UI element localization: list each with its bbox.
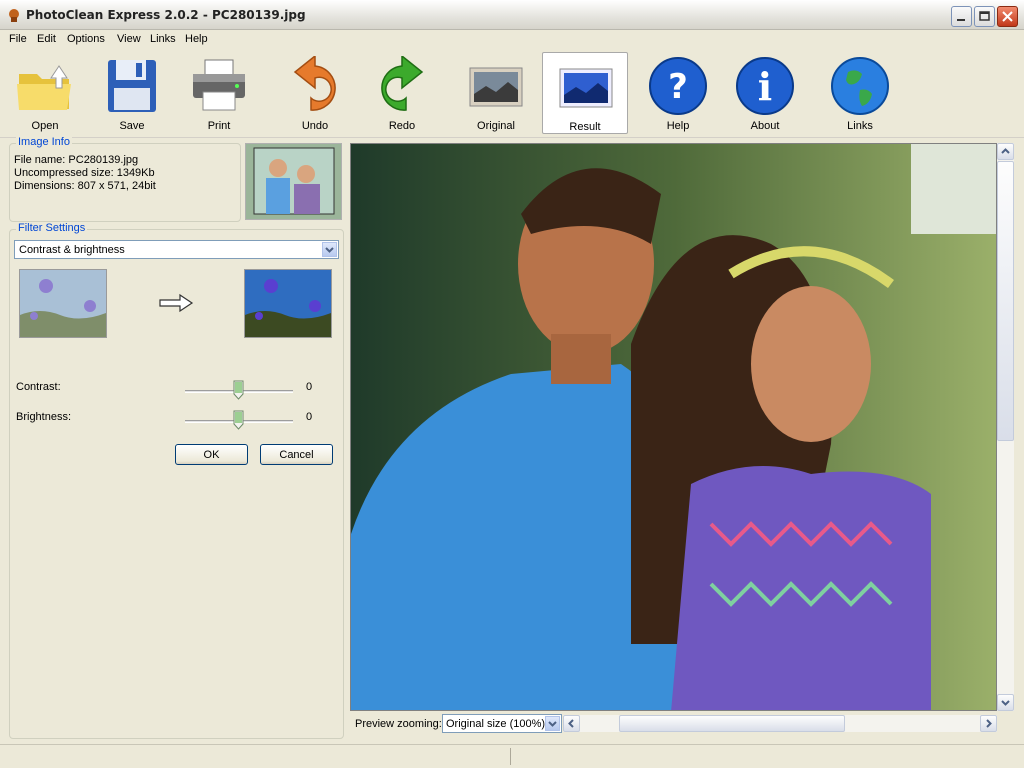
filter-after-sample <box>244 269 332 338</box>
chevron-down-icon <box>325 247 334 253</box>
status-bar <box>0 744 1024 768</box>
about-label: About <box>750 120 780 132</box>
original-photo-icon <box>469 67 523 107</box>
app-icon <box>9 9 19 22</box>
ok-button[interactable]: OK <box>175 444 248 465</box>
printer-icon <box>193 59 245 111</box>
floppy-disk-icon <box>108 60 156 112</box>
undo-button[interactable]: Undo <box>272 52 358 134</box>
after-sample-image <box>245 270 331 337</box>
title-bar: PhotoClean Express 2.0.2 - PC280139.jpg <box>0 0 1024 30</box>
print-label: Print <box>207 120 231 132</box>
zoom-dropdown-arrow[interactable] <box>545 716 560 731</box>
chevron-left-icon <box>568 719 574 728</box>
uncompressed-size-text: Uncompressed size: 1349Kb <box>14 167 155 179</box>
preview-zoom-value: Original size (100%) <box>446 718 546 730</box>
minimize-button[interactable] <box>951 6 972 27</box>
chevron-down-icon <box>548 721 557 727</box>
scroll-right-button[interactable] <box>980 715 997 732</box>
result-label: Result <box>569 121 601 133</box>
help-label: Help <box>666 120 690 132</box>
cancel-button[interactable]: Cancel <box>260 444 333 465</box>
redo-button[interactable]: Redo <box>359 52 445 134</box>
file-name-text: File name: PC280139.jpg <box>14 154 139 166</box>
menu-view[interactable]: View <box>117 33 141 45</box>
undo-label: Undo <box>301 120 329 132</box>
menu-edit[interactable]: Edit <box>37 33 56 45</box>
image-thumbnail[interactable] <box>245 143 342 220</box>
help-question-icon: ? <box>649 57 707 115</box>
brightness-slider-thumb[interactable] <box>233 410 244 430</box>
filter-before-sample <box>19 269 107 338</box>
menu-links[interactable]: Links <box>150 33 176 45</box>
vertical-scrollbar[interactable] <box>997 143 1014 711</box>
scroll-up-button[interactable] <box>997 143 1014 160</box>
menu-file[interactable]: File <box>9 33 27 45</box>
window-title: PhotoClean Express 2.0.2 - PC280139.jpg <box>26 8 306 22</box>
scroll-left-button[interactable] <box>563 715 580 732</box>
minimize-icon <box>957 19 965 21</box>
menu-help[interactable]: Help <box>185 33 208 45</box>
close-icon <box>1002 11 1013 22</box>
svg-text:i: i <box>758 64 772 109</box>
result-button[interactable]: Result <box>542 52 628 134</box>
folder-open-icon <box>17 65 71 110</box>
contrast-label: Contrast: <box>16 381 61 393</box>
scroll-down-button[interactable] <box>997 694 1014 711</box>
chevron-right-icon <box>986 719 992 728</box>
brightness-label: Brightness: <box>16 411 72 423</box>
thumbnail-photo <box>246 144 341 219</box>
status-divider <box>510 748 511 765</box>
preview-image-area[interactable] <box>350 143 997 711</box>
original-label: Original <box>477 120 515 132</box>
filter-settings-title: Filter Settings <box>16 222 88 234</box>
chevron-up-icon <box>1001 148 1010 154</box>
maximize-icon <box>979 11 990 21</box>
redo-label: Redo <box>388 120 416 132</box>
preview-zoom-dropdown[interactable]: Original size (100%) <box>442 714 562 733</box>
filter-type-value: Contrast & brightness <box>19 244 125 256</box>
contrast-value: 0 <box>306 381 313 393</box>
dimensions-text: Dimensions: 807 x 571, 24bit <box>14 180 156 192</box>
toolbar: Open Save Print Undo Redo Original Resul… <box>0 50 1024 138</box>
info-icon: i <box>736 57 794 115</box>
save-button[interactable]: Save <box>89 52 175 134</box>
print-button[interactable]: Print <box>176 52 262 134</box>
help-button[interactable]: ? Help <box>635 52 721 134</box>
contrast-slider-thumb[interactable] <box>233 380 244 400</box>
dropdown-arrow[interactable] <box>322 242 337 257</box>
open-button[interactable]: Open <box>2 52 88 134</box>
links-label: Links <box>847 120 873 132</box>
result-photo-icon <box>559 68 613 108</box>
original-button[interactable]: Original <box>453 52 539 134</box>
about-button[interactable]: i About <box>722 52 808 134</box>
links-button[interactable]: Links <box>817 52 903 134</box>
svg-text:?: ? <box>668 67 688 107</box>
horizontal-scrollbar[interactable] <box>563 715 997 732</box>
horizontal-scroll-thumb[interactable] <box>619 715 845 732</box>
redo-icon <box>381 56 424 111</box>
menu-bar: File Edit Options View Links Help <box>0 30 1024 49</box>
maximize-button[interactable] <box>974 6 995 27</box>
save-label: Save <box>119 120 145 132</box>
preview-photo <box>351 144 996 710</box>
filter-type-dropdown[interactable]: Contrast & brightness <box>14 240 339 259</box>
globe-icon <box>831 57 889 115</box>
vertical-scroll-thumb[interactable] <box>997 161 1014 441</box>
image-info-title: Image Info <box>16 136 72 148</box>
arrow-right-icon <box>159 293 194 313</box>
before-sample-image <box>20 270 106 337</box>
preview-zoom-label: Preview zooming: <box>355 718 442 730</box>
close-button[interactable] <box>997 6 1018 27</box>
brightness-value: 0 <box>306 411 313 423</box>
chevron-down-icon <box>1001 700 1010 706</box>
menu-options[interactable]: Options <box>67 33 105 45</box>
open-label: Open <box>31 120 59 132</box>
undo-icon <box>293 56 336 111</box>
